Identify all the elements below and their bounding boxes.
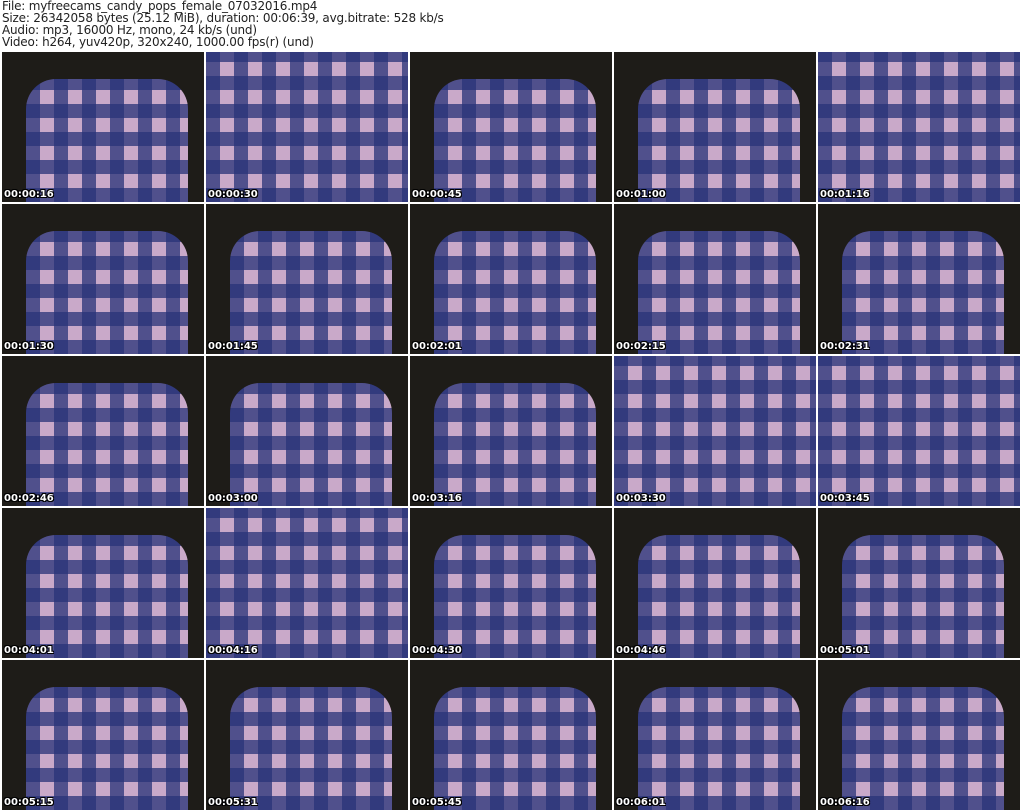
frame-timestamp: 00:01:45 [208, 341, 258, 352]
frame-timestamp: 00:01:00 [616, 189, 666, 200]
video-frame-thumbnail: 00:04:16 [206, 508, 408, 658]
frame-timestamp: 00:03:00 [208, 493, 258, 504]
video-frame-thumbnail: 00:06:16 [818, 660, 1020, 810]
video-frame-thumbnail: 00:01:16 [818, 52, 1020, 202]
video-frame-thumbnail: 00:05:31 [206, 660, 408, 810]
frame-timestamp: 00:04:30 [412, 645, 462, 656]
video-frame-thumbnail: 00:05:45 [410, 660, 612, 810]
video-frame-thumbnail: 00:01:45 [206, 204, 408, 354]
video-frame-thumbnail: 00:02:46 [2, 356, 204, 506]
frame-timestamp: 00:00:16 [4, 189, 54, 200]
frame-timestamp: 00:04:01 [4, 645, 54, 656]
video-frame-thumbnail: 00:04:30 [410, 508, 612, 658]
frame-timestamp: 00:06:16 [820, 797, 870, 808]
frame-timestamp: 00:01:16 [820, 189, 870, 200]
frame-timestamp: 00:04:46 [616, 645, 666, 656]
file-info: File: myfreecams_candy_pops_female_07032… [2, 0, 444, 50]
frame-timestamp: 00:01:30 [4, 341, 54, 352]
video-frame-thumbnail: 00:03:00 [206, 356, 408, 506]
frame-timestamp: 00:05:15 [4, 797, 54, 808]
video-frame-thumbnail: 00:04:01 [2, 508, 204, 658]
video-frame-thumbnail: 00:02:01 [410, 204, 612, 354]
frame-timestamp: 00:02:01 [412, 341, 462, 352]
frame-timestamp: 00:02:31 [820, 341, 870, 352]
frame-timestamp: 00:05:31 [208, 797, 258, 808]
video-frame-thumbnail: 00:03:30 [614, 356, 816, 506]
video-frame-thumbnail: 00:01:00 [614, 52, 816, 202]
video-frame-thumbnail: 00:03:16 [410, 356, 612, 506]
frame-timestamp: 00:00:45 [412, 189, 462, 200]
frame-timestamp: 00:03:45 [820, 493, 870, 504]
video-frame-thumbnail: 00:03:45 [818, 356, 1020, 506]
video-frame-thumbnail: 00:06:01 [614, 660, 816, 810]
frame-timestamp: 00:02:15 [616, 341, 666, 352]
video-frame-thumbnail: 00:00:45 [410, 52, 612, 202]
frame-timestamp: 00:06:01 [616, 797, 666, 808]
video-info: Video: h264, yuv420p, 320x240, 1000.00 f… [2, 35, 314, 49]
video-frame-thumbnail: 00:00:30 [206, 52, 408, 202]
frame-timestamp: 00:05:45 [412, 797, 462, 808]
thumbnail-grid: 00:00:16 00:00:30 00:00:45 00:01:00 00:01:16… [2, 52, 1020, 810]
frame-timestamp: 00:03:16 [412, 493, 462, 504]
video-frame-thumbnail: 00:05:15 [2, 660, 204, 810]
video-frame-thumbnail: 00:05:01 [818, 508, 1020, 658]
frame-timestamp: 00:00:30 [208, 189, 258, 200]
frame-timestamp: 00:02:46 [4, 493, 54, 504]
frame-timestamp: 00:03:30 [616, 493, 666, 504]
video-frame-thumbnail: 00:02:15 [614, 204, 816, 354]
video-frame-thumbnail: 00:04:46 [614, 508, 816, 658]
video-frame-thumbnail: 00:00:16 [2, 52, 204, 202]
video-frame-thumbnail: 00:02:31 [818, 204, 1020, 354]
frame-timestamp: 00:05:01 [820, 645, 870, 656]
video-frame-thumbnail: 00:01:30 [2, 204, 204, 354]
frame-timestamp: 00:04:16 [208, 645, 258, 656]
